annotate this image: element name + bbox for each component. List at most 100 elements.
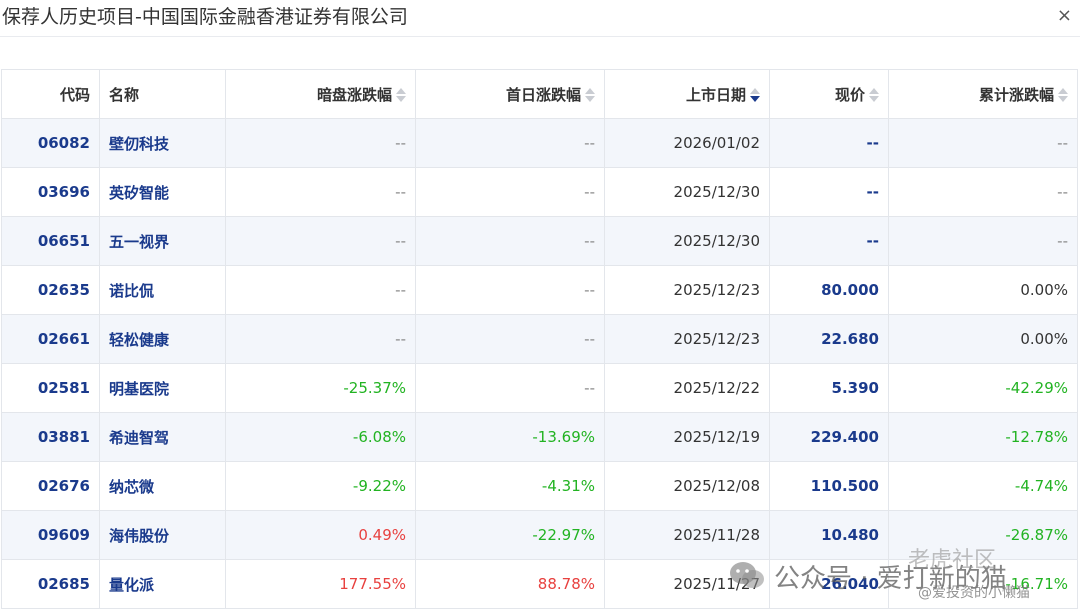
stock-code-link[interactable]: 03881 [1, 412, 100, 462]
stock-name-link[interactable]: 五一视界 [99, 216, 226, 266]
listing-date-cell: 2025/12/30 [604, 167, 770, 217]
stock-code-link[interactable]: 02581 [1, 363, 100, 413]
sort-icon[interactable] [396, 86, 406, 104]
first-day-change-cell: -- [415, 118, 605, 168]
close-icon[interactable]: × [1057, 6, 1072, 26]
column-header-name: 名称 [99, 69, 226, 119]
first-day-change-cell: 88.78% [415, 559, 605, 609]
listing-date-cell: 2025/11/27 [604, 559, 770, 609]
listing-date-cell: 2025/12/22 [604, 363, 770, 413]
stock-code-link[interactable]: 06082 [1, 118, 100, 168]
first-day-change-cell: -- [415, 363, 605, 413]
table-row[interactable]: 02581 明基医院 -25.37% -- 2025/12/22 5.390 -42.29% [1, 363, 1078, 413]
stock-name-link[interactable]: 英矽智能 [99, 167, 226, 217]
dark-change-cell: -6.08% [225, 412, 416, 462]
table-row[interactable]: 06082 壁仞科技 -- -- 2026/01/02 -- -- [1, 118, 1078, 168]
stock-code-link[interactable]: 02635 [1, 265, 100, 315]
sort-desc-icon[interactable] [750, 86, 760, 104]
first-day-change-cell: -- [415, 265, 605, 315]
sort-icon[interactable] [869, 86, 879, 104]
dark-change-cell: -25.37% [225, 363, 416, 413]
cumulative-change-cell: -- [888, 216, 1078, 266]
dialog-title: 保荐人历史项目-中国国际金融香港证券有限公司 [2, 6, 408, 28]
dark-change-cell: 0.49% [225, 510, 416, 560]
table-row[interactable]: 03696 英矽智能 -- -- 2025/12/30 -- -- [1, 167, 1078, 217]
first-day-change-cell: -- [415, 314, 605, 364]
stock-name-link[interactable]: 希迪智驾 [99, 412, 226, 462]
cumulative-change-cell: -42.29% [888, 363, 1078, 413]
column-header-label: 名称 [109, 85, 140, 104]
price-cell: 22.680 [769, 314, 889, 364]
stock-name-link[interactable]: 海伟股份 [99, 510, 226, 560]
dark-change-cell: -- [225, 167, 416, 217]
price-cell: -- [769, 167, 889, 217]
table-row[interactable]: 02685 量化派 177.55% 88.78% 2025/11/27 26.040 -16… [1, 559, 1078, 609]
stock-code-link[interactable]: 03696 [1, 167, 100, 217]
first-day-change-cell: -- [415, 167, 605, 217]
table-row[interactable]: 02635 诺比侃 -- -- 2025/12/23 80.000 0.00% [1, 265, 1078, 315]
column-header-code: 代码 [1, 69, 100, 119]
dark-change-cell: -- [225, 265, 416, 315]
stock-name-link[interactable]: 诺比侃 [99, 265, 226, 315]
stock-name-link[interactable]: 纳芯微 [99, 461, 226, 511]
table-row[interactable]: 02676 纳芯微 -9.22% -4.31% 2025/12/08 110.500 -4.… [1, 461, 1078, 511]
table-row[interactable]: 09609 海伟股份 0.49% -22.97% 2025/11/28 10.480 -26… [1, 510, 1078, 560]
listing-date-cell: 2025/12/19 [604, 412, 770, 462]
column-header-price[interactable]: 现价 [769, 69, 889, 119]
price-cell: 229.400 [769, 412, 889, 462]
column-header-label: 累计涨跌幅 [978, 85, 1054, 104]
table-row[interactable]: 03881 希迪智驾 -6.08% -13.69% 2025/12/19 229.400-… [1, 412, 1078, 462]
column-header-label: 上市日期 [685, 85, 746, 104]
column-header-label: 代码 [59, 85, 90, 104]
listing-date-cell: 2025/12/23 [604, 314, 770, 364]
sort-icon[interactable] [585, 86, 595, 104]
sponsor-history-table: 代码 名称 暗盘涨跌幅 首日涨跌幅 上市日期 现价 累计涨跌幅 06082 壁仞科… [1, 69, 1078, 609]
price-cell: 10.480 [769, 510, 889, 560]
stock-code-link[interactable]: 06651 [1, 216, 100, 266]
sort-icon[interactable] [1058, 86, 1068, 104]
listing-date-cell: 2025/11/28 [604, 510, 770, 560]
stock-code-link[interactable]: 02676 [1, 461, 100, 511]
listing-date-cell: 2026/01/02 [604, 118, 770, 168]
stock-code-link[interactable]: 02661 [1, 314, 100, 364]
dark-change-cell: -- [225, 118, 416, 168]
first-day-change-cell: -22.97% [415, 510, 605, 560]
column-header-cumulative-change[interactable]: 累计涨跌幅 [888, 69, 1078, 119]
dialog-header: 保荐人历史项目-中国国际金融香港证券有限公司 × [0, 0, 1080, 37]
cumulative-change-cell: -26.87% [888, 510, 1078, 560]
cumulative-change-cell: -12.78% [888, 412, 1078, 462]
column-header-label: 暗盘涨跌幅 [316, 85, 392, 104]
dark-change-cell: -- [225, 314, 416, 364]
first-day-change-cell: -4.31% [415, 461, 605, 511]
cumulative-change-cell: -4.74% [888, 461, 1078, 511]
dark-change-cell: -- [225, 216, 416, 266]
price-cell: 80.000 [769, 265, 889, 315]
table-row[interactable]: 02661 轻松健康 -- -- 2025/12/23 22.680 0.00% [1, 314, 1078, 364]
column-header-first-day-change[interactable]: 首日涨跌幅 [415, 69, 605, 119]
price-cell: -- [769, 216, 889, 266]
stock-name-link[interactable]: 明基医院 [99, 363, 226, 413]
listing-date-cell: 2025/12/30 [604, 216, 770, 266]
cumulative-change-cell: -16.71% [888, 559, 1078, 609]
cumulative-change-cell: -- [888, 167, 1078, 217]
column-header-label: 首日涨跌幅 [505, 85, 581, 104]
stock-code-link[interactable]: 09609 [1, 510, 100, 560]
first-day-change-cell: -- [415, 216, 605, 266]
price-cell: 5.390 [769, 363, 889, 413]
stock-name-link[interactable]: 轻松健康 [99, 314, 226, 364]
dark-change-cell: 177.55% [225, 559, 416, 609]
table-row[interactable]: 06651 五一视界 -- -- 2025/12/30 -- -- [1, 216, 1078, 266]
column-header-label: 现价 [834, 85, 865, 104]
listing-date-cell: 2025/12/08 [604, 461, 770, 511]
column-header-listing-date[interactable]: 上市日期 [604, 69, 770, 119]
price-cell: 110.500 [769, 461, 889, 511]
stock-name-link[interactable]: 壁仞科技 [99, 118, 226, 168]
listing-date-cell: 2025/12/23 [604, 265, 770, 315]
price-cell: -- [769, 118, 889, 168]
column-header-dark-change[interactable]: 暗盘涨跌幅 [225, 69, 416, 119]
dark-change-cell: -9.22% [225, 461, 416, 511]
stock-name-link[interactable]: 量化派 [99, 559, 226, 609]
price-cell: 26.040 [769, 559, 889, 609]
stock-code-link[interactable]: 02685 [1, 559, 100, 609]
cumulative-change-cell: 0.00% [888, 265, 1078, 315]
